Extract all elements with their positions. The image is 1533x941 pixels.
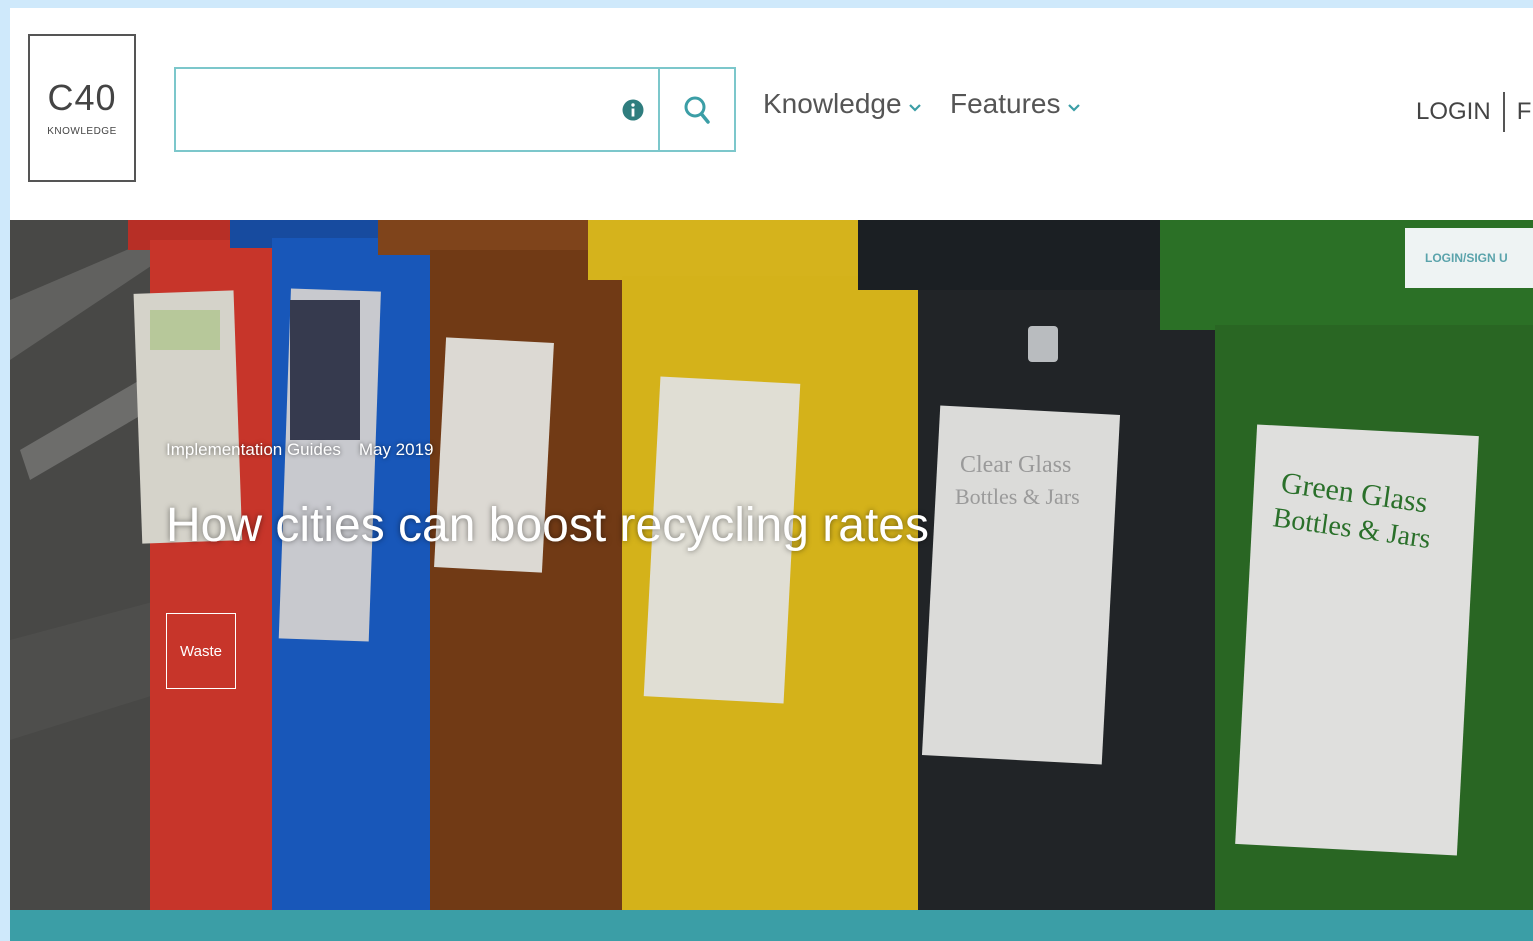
article-category[interactable]: Implementation Guides xyxy=(166,440,341,460)
c40-logo[interactable]: C40 KNOWLEDGE xyxy=(28,34,136,182)
article-date: May 2019 xyxy=(358,440,434,459)
partial-link[interactable]: FE xyxy=(1517,98,1533,126)
nav-features[interactable]: Features xyxy=(950,88,1081,120)
recycling-bins-photo: Clear Glass Bottles & Jars Green Glass B… xyxy=(10,220,1533,910)
chevron-down-icon xyxy=(1067,104,1080,112)
logo-main-text: C40 xyxy=(47,76,117,118)
hero-title[interactable]: How cities can boost recycling rates xyxy=(166,498,929,553)
auth-links: LOGIN FE xyxy=(1416,92,1533,132)
site-header: C40 KNOWLEDGE Knowledge Features LOGIN F xyxy=(10,8,1533,220)
hero-banner: Clear Glass Bottles & Jars Green Glass B… xyxy=(10,220,1533,910)
nav-knowledge[interactable]: Knowledge xyxy=(763,88,922,120)
search-input[interactable] xyxy=(176,69,608,150)
login-signup-button[interactable]: LOGIN/SIGN U xyxy=(1405,228,1533,288)
nav-knowledge-label: Knowledge xyxy=(763,88,902,119)
topic-tag-waste[interactable]: Waste xyxy=(166,613,236,689)
nav-features-label: Features xyxy=(950,88,1061,119)
chevron-down-icon xyxy=(908,104,921,112)
divider xyxy=(1502,92,1505,132)
article-meta: Implementation Guides May 2019 xyxy=(166,440,434,460)
accent-bar xyxy=(10,910,1533,941)
browser-viewport: C40 KNOWLEDGE Knowledge Features LOGIN F… xyxy=(10,8,1533,941)
search-button[interactable] xyxy=(658,69,734,150)
search-bar xyxy=(174,67,736,152)
info-icon[interactable] xyxy=(622,99,644,121)
logo-sub-text: KNOWLEDGE xyxy=(47,125,117,137)
login-link[interactable]: LOGIN xyxy=(1416,98,1491,126)
search-icon xyxy=(684,96,710,124)
